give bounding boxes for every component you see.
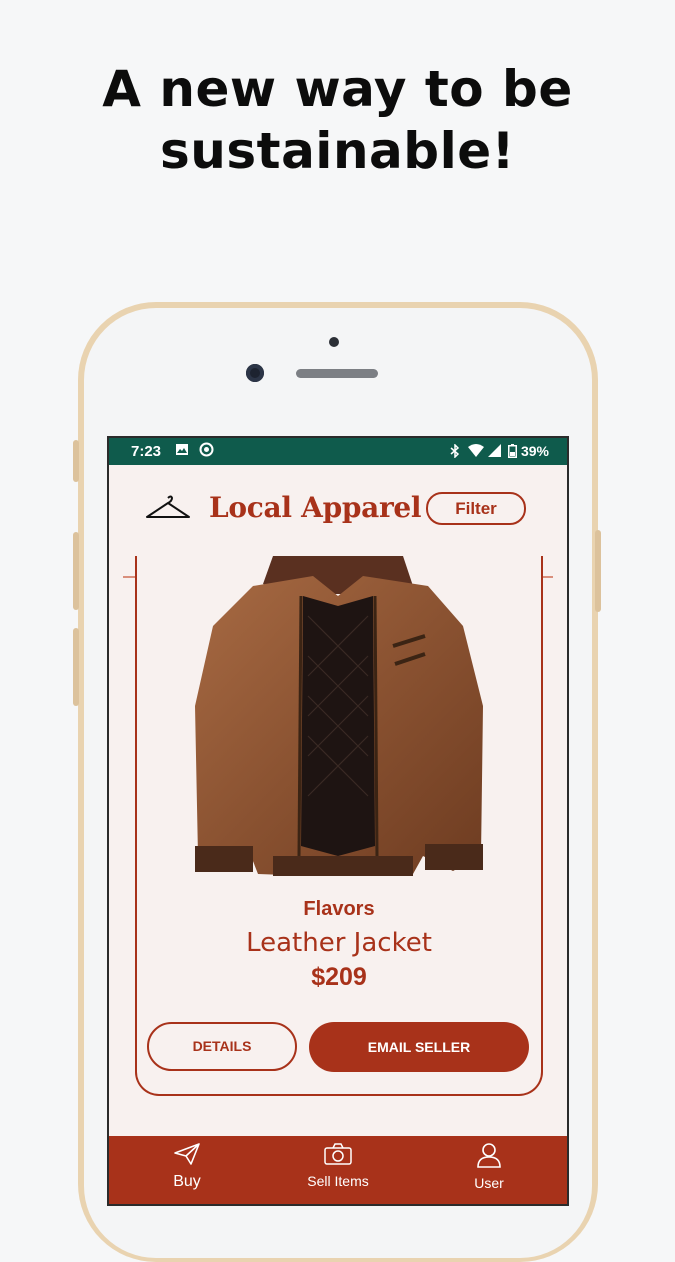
front-camera (246, 364, 264, 382)
phone-side-button (73, 628, 79, 706)
product-seller: Flavors (303, 898, 375, 920)
email-seller-button[interactable]: EMAIL SELLER (309, 1022, 529, 1072)
promo-headline: A new way to be sustainable! (0, 58, 675, 182)
headline-line-2: sustainable! (160, 122, 515, 180)
product-card: Flavors Leather Jacket $209 DETAILS EMAI… (135, 556, 543, 1096)
hanger-icon (146, 495, 190, 518)
bottom-nav: Buy Sell Items User (109, 1136, 567, 1204)
nav-label-user: User (474, 1175, 504, 1191)
proximity-sensor (329, 337, 339, 347)
nav-tab-user[interactable]: User (439, 1142, 539, 1191)
battery-icon (508, 444, 518, 458)
status-time: 7:23 (131, 443, 162, 460)
headline-line-1: A new way to be (102, 60, 573, 118)
nav-tab-buy[interactable]: Buy (137, 1142, 237, 1191)
camera-icon (324, 1143, 352, 1165)
phone-side-button (73, 440, 79, 482)
app-title: Local Apparel (209, 491, 422, 524)
earpiece-speaker (296, 369, 378, 378)
bluetooth-icon (450, 443, 460, 459)
phone-side-button (595, 530, 601, 612)
app-screen: 7:23 39% Local Apparel Filter Flavors Le… (107, 436, 569, 1206)
notification-icons (175, 442, 214, 458)
sync-icon (199, 442, 214, 457)
filter-button[interactable]: Filter (426, 492, 526, 525)
battery-level: 39% (520, 443, 549, 459)
status-bar: 7:23 39% (109, 438, 567, 465)
status-right: 39% (450, 443, 549, 459)
signal-icon (488, 444, 502, 457)
image-icon (176, 444, 188, 455)
app-bar: Local Apparel Filter (109, 465, 567, 578)
phone-side-button (73, 532, 79, 610)
nav-label-sell-items: Sell Items (307, 1173, 369, 1189)
wifi-icon (468, 444, 485, 457)
details-button[interactable]: DETAILS (147, 1022, 297, 1071)
send-icon (174, 1143, 200, 1165)
product-name: Leather Jacket (246, 928, 432, 958)
user-icon (477, 1143, 501, 1168)
nav-tab-sell-items[interactable]: Sell Items (288, 1142, 388, 1189)
product-price: $209 (311, 963, 367, 991)
product-image[interactable] (163, 556, 513, 886)
nav-label-buy: Buy (173, 1173, 201, 1190)
